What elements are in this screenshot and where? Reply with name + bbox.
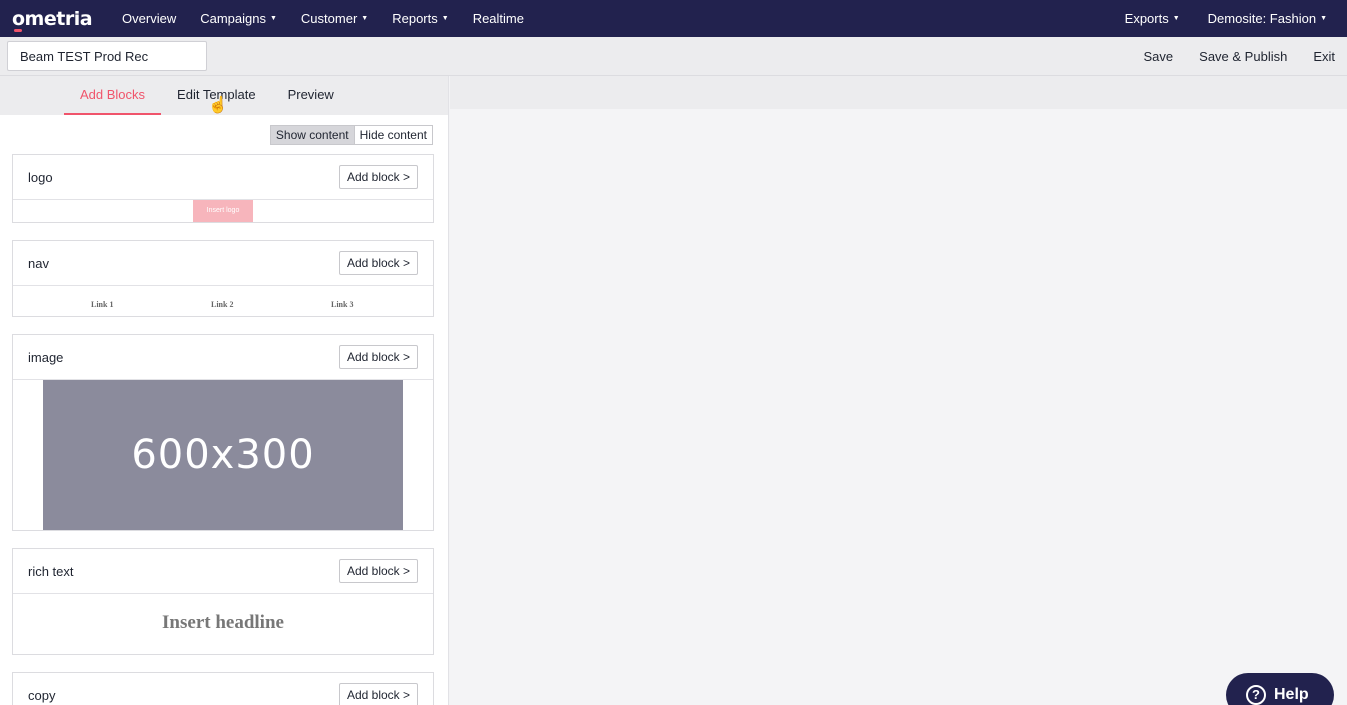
nav-link-preview: Link 2 bbox=[211, 300, 234, 309]
site-selector[interactable]: Demosite: Fashion ▼ bbox=[1208, 11, 1327, 26]
save-button[interactable]: Save bbox=[1144, 49, 1174, 64]
exit-button[interactable]: Exit bbox=[1313, 49, 1335, 64]
template-name-input[interactable] bbox=[7, 41, 207, 71]
nav-reports[interactable]: Reports ▼ bbox=[392, 11, 448, 26]
tab-preview[interactable]: Preview bbox=[272, 76, 350, 115]
help-button[interactable]: ? Help bbox=[1226, 673, 1334, 705]
show-content-button[interactable]: Show content bbox=[269, 125, 355, 145]
block-preview: Insert headline bbox=[13, 594, 433, 654]
block-title: nav bbox=[28, 256, 49, 271]
block-logo: logo Add block > Insert logo bbox=[12, 154, 434, 223]
blocks-panel: Add Blocks Edit Template Preview Show co… bbox=[0, 76, 449, 705]
block-preview: Insert logo bbox=[13, 200, 433, 222]
caret-down-icon: ▼ bbox=[1172, 15, 1180, 22]
logo-accent-mark bbox=[14, 28, 22, 32]
nav-link-preview: Link 3 bbox=[331, 300, 354, 309]
add-block-button[interactable]: Add block > bbox=[338, 559, 418, 583]
ometria-logo[interactable]: ometria bbox=[12, 8, 93, 32]
block-title: rich text bbox=[28, 564, 74, 579]
image-placeholder: 600x300 bbox=[43, 380, 403, 530]
block-copy: copy Add block > bbox=[12, 672, 434, 705]
logo-placeholder: Insert logo bbox=[193, 200, 253, 222]
nav-link-preview: Link 1 bbox=[91, 300, 114, 309]
content-toggle: Show content Hide content bbox=[269, 125, 433, 145]
top-navbar: ometria Overview Campaigns ▼ Customer ▼ Re… bbox=[0, 0, 1347, 37]
block-preview: 600x300 bbox=[13, 380, 433, 530]
add-block-button[interactable]: Add block > bbox=[338, 683, 418, 705]
block-nav: nav Add block > Link 1 Link 2 Link 3 bbox=[12, 240, 434, 317]
save-publish-button[interactable]: Save & Publish bbox=[1199, 49, 1287, 64]
nav-campaigns[interactable]: Campaigns ▼ bbox=[200, 11, 277, 26]
nav-exports[interactable]: Exports ▼ bbox=[1125, 11, 1180, 26]
add-block-button[interactable]: Add block > bbox=[338, 165, 418, 189]
block-image: image Add block > 600x300 bbox=[12, 334, 434, 531]
question-icon: ? bbox=[1246, 685, 1266, 705]
nav-overview[interactable]: Overview bbox=[122, 11, 176, 26]
add-block-button[interactable]: Add block > bbox=[338, 251, 418, 275]
caret-down-icon: ▼ bbox=[441, 15, 449, 22]
block-title: image bbox=[28, 350, 64, 365]
caret-down-icon: ▼ bbox=[361, 15, 369, 22]
block-preview: Link 1 Link 2 Link 3 bbox=[13, 286, 433, 316]
block-title: copy bbox=[28, 688, 56, 703]
nav-customer[interactable]: Customer ▼ bbox=[301, 11, 368, 26]
caret-down-icon: ▼ bbox=[1320, 15, 1327, 22]
hide-content-button[interactable]: Hide content bbox=[354, 125, 433, 145]
caret-down-icon: ▼ bbox=[269, 15, 277, 22]
tab-add-blocks[interactable]: Add Blocks bbox=[64, 76, 162, 115]
editor-toolbar: Save Save & Publish Exit bbox=[0, 37, 1347, 76]
block-title: logo bbox=[28, 170, 53, 185]
add-block-button[interactable]: Add block > bbox=[338, 345, 418, 369]
hand-pointer-icon: ☝ bbox=[208, 97, 228, 114]
headline-placeholder: Insert headline bbox=[162, 612, 284, 633]
canvas-toolbar bbox=[450, 76, 1347, 109]
template-canvas[interactable] bbox=[450, 109, 1347, 705]
nav-realtime[interactable]: Realtime bbox=[473, 11, 524, 26]
block-rich-text: rich text Add block > Insert headline bbox=[12, 548, 434, 655]
